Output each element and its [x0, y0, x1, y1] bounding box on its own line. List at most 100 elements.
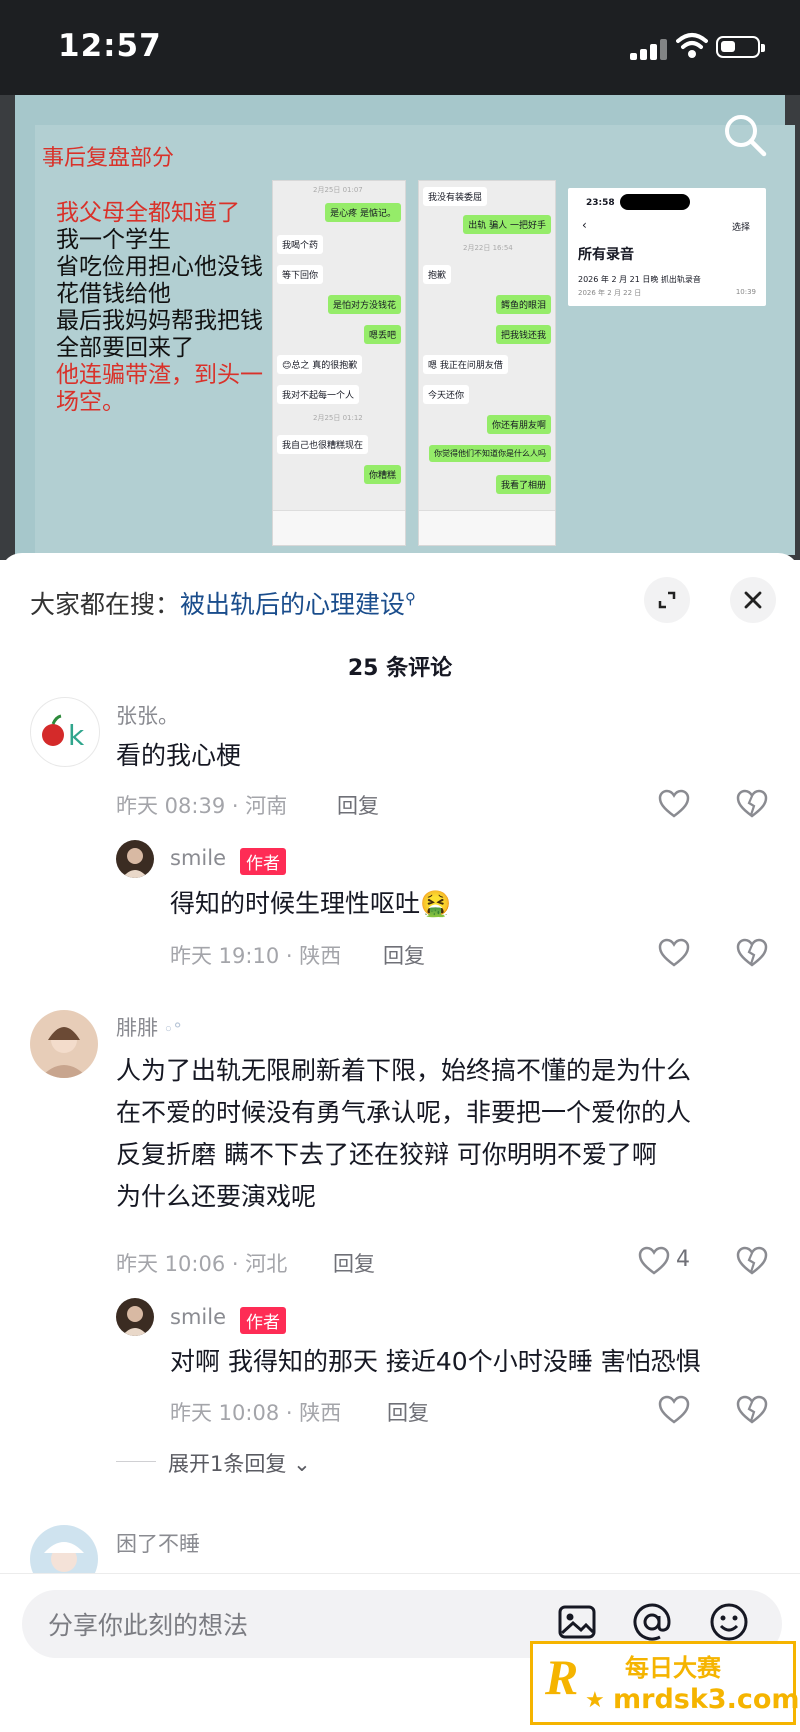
watermark-line2: mrdsk3.com: [613, 1684, 800, 1715]
reply-username[interactable]: smile: [170, 1305, 226, 1329]
signal-icon: [630, 38, 674, 60]
dislike-icon[interactable]: [736, 789, 768, 819]
chat-bubble-received: 今天还你: [423, 385, 470, 404]
hot-search-link[interactable]: 被出轨后的心理建设: [180, 590, 405, 619]
slide-line: 我一个学生: [56, 227, 171, 253]
expand-label: 展开1条回复: [168, 1452, 287, 1476]
wifi-icon: [676, 33, 708, 58]
avatar[interactable]: [116, 1298, 154, 1336]
comment-text: 看的我心梗: [116, 741, 242, 770]
chat-bubble-sent: 你糟糕: [363, 465, 401, 484]
watermark-logo: R ★ 每日大赛 mrdsk3.com: [530, 1641, 800, 1725]
search-icon[interactable]: [722, 112, 768, 158]
back-icon: ‹: [582, 218, 587, 232]
comment-username[interactable]: 腓腓 ◦°: [116, 1012, 182, 1042]
rec-time: 23:58: [586, 198, 615, 208]
comment-username[interactable]: 困了不睡: [116, 1528, 200, 1558]
dislike-icon[interactable]: [736, 938, 768, 968]
image-icon[interactable]: [555, 1600, 599, 1644]
status-bar: 12:57: [0, 0, 800, 95]
chat-bubble-sent: 嗯丢吧: [363, 325, 401, 344]
rec-date: 2026 年 2 月 22 日: [578, 289, 642, 297]
avatar-portrait-icon: [40, 1027, 88, 1078]
like-icon[interactable]: [658, 789, 690, 819]
chat-bubble-received: 😊总之 真的很抱歉: [277, 355, 363, 374]
comment-username[interactable]: 张张。: [116, 700, 179, 730]
slide-line: 最后我妈妈帮我把钱: [56, 308, 263, 334]
chat-bubble-sent: 你还有朋友啊: [486, 415, 551, 434]
star-icon: ★: [585, 1688, 605, 1713]
avatar[interactable]: k: [30, 697, 100, 767]
slide-line: 花借钱给他: [56, 281, 171, 307]
chat-bubble-sent: 我看了相册: [495, 475, 551, 494]
slide-line: 全部要回来了: [56, 335, 194, 361]
reply-button[interactable]: 回复: [337, 790, 379, 820]
slide-text: 我父母全都知道了 我一个学生 省吃俭用担心他没钱 花借钱给他 最后我妈妈帮我把钱…: [56, 200, 263, 416]
chat-bubble-sent: 出轨 骗人 一把好手: [463, 215, 551, 234]
avatar-portrait-icon: [122, 1306, 148, 1336]
recording-screenshot: 23:58 ‹ 选择 所有录音 2026 年 2 月 21 日晚 抓出轨录音 2…: [568, 188, 766, 306]
chat-bubble-received: 我对不起每一个人: [277, 385, 360, 404]
fullscreen-button[interactable]: [644, 577, 690, 623]
close-button[interactable]: [730, 577, 776, 623]
chat-bubble-received: 我喝个药: [277, 235, 324, 254]
close-icon: [744, 591, 762, 609]
apple-k-logo-icon: k: [42, 714, 85, 752]
reply-button[interactable]: 回复: [333, 1248, 375, 1278]
like-icon[interactable]: [638, 1246, 670, 1276]
comment-line: 在不爱的时候没有勇气承认呢，非要把一个爱你的人: [116, 1098, 692, 1127]
reply-meta: 昨天 10:08 · 陕西: [170, 1401, 342, 1425]
hot-search[interactable]: 大家都在搜：被出轨后的心理建设⚲: [30, 585, 416, 621]
rec-item: 2026 年 2 月 21 日晚 抓出轨录音: [578, 275, 701, 284]
like-icon[interactable]: [658, 938, 690, 968]
rec-duration: 10:39: [735, 288, 756, 296]
chat-bubble-received: 我没有装委屈: [423, 187, 488, 206]
expand-replies-button[interactable]: 展开1条回复 ⌄: [168, 1448, 311, 1478]
avatar[interactable]: [30, 1010, 98, 1078]
comment-meta: 昨天 08:39 · 河南: [116, 794, 288, 818]
comment-line: 为什么还要演戏呢: [116, 1182, 317, 1211]
like-count: 4: [676, 1247, 690, 1272]
emoji-icon[interactable]: [707, 1600, 751, 1644]
chat-bubble-sent: 把我钱还我: [495, 325, 551, 344]
watermark-logo-letter: R: [545, 1649, 579, 1705]
dislike-icon[interactable]: [736, 1246, 768, 1276]
chat-screenshot-2: 我没有装委屈 出轨 骗人 一把好手 2月22日 16:54 抱歉 鳄鱼的眼泪 把…: [418, 180, 556, 546]
comment-line: 反复折磨 瞒不下去了还在狡辩 可你明明不爱了啊: [116, 1140, 657, 1169]
chat-bubble-received: 等下回你: [277, 265, 324, 284]
dislike-icon[interactable]: [736, 1395, 768, 1425]
comment-meta: 昨天 10:06 · 河北: [116, 1252, 288, 1276]
slide-line-red: 他连骗带渣，到头一: [56, 362, 263, 388]
reply-button[interactable]: 回复: [383, 940, 425, 970]
svg-text:k: k: [68, 719, 85, 752]
comment-line: 人为了出轨无限刷新着下限，始终搞不懂的是为什么: [116, 1056, 692, 1085]
chat-bubble-sent: 鳄鱼的眼泪: [495, 295, 551, 314]
slide-line: 我父母全都知道了: [56, 200, 240, 226]
hot-search-prefix: 大家都在搜：: [30, 590, 181, 619]
reply-button[interactable]: 回复: [387, 1397, 429, 1427]
chat-bubble-sent: 你觉得他们不知道你是什么人吗: [429, 445, 551, 462]
rec-select: 选择: [731, 223, 750, 233]
rec-title: 所有录音: [578, 247, 634, 263]
search-icon: ⚲: [405, 589, 417, 608]
reply-username[interactable]: smile: [170, 846, 226, 870]
author-badge: 作者: [240, 1307, 286, 1334]
divider: [116, 1461, 156, 1462]
like-icon[interactable]: [658, 1395, 690, 1425]
reply-meta: 昨天 19:10 · 陕西: [170, 944, 342, 968]
watermark-line1: 每日大赛: [625, 1654, 721, 1682]
mention-icon[interactable]: [630, 1600, 674, 1644]
chat-bubble-received: 嗯 我正在问朋友借: [423, 355, 508, 374]
status-time: 12:57: [58, 28, 162, 64]
author-badge: 作者: [240, 848, 286, 875]
slide-title: 事后复盘部分: [42, 146, 175, 171]
username-text: 腓腓: [116, 1016, 158, 1040]
chat-bubble-sent: 是怕对方没钱花: [327, 295, 401, 314]
reply-text: 对啊 我得知的那天 接近40个小时没睡 害怕恐惧: [170, 1347, 701, 1376]
slide-line: 省吃俭用担心他没钱: [56, 254, 263, 280]
chat-bubble-sent: 是心疼 是惦记。: [325, 203, 401, 222]
chat-bubble-received: 抱歉: [423, 265, 452, 284]
chat-bubble-received: 我自己也很糟糕现在: [277, 435, 369, 454]
chat-timestamp: 2月22日 16:54: [463, 244, 513, 252]
avatar[interactable]: [116, 840, 154, 878]
